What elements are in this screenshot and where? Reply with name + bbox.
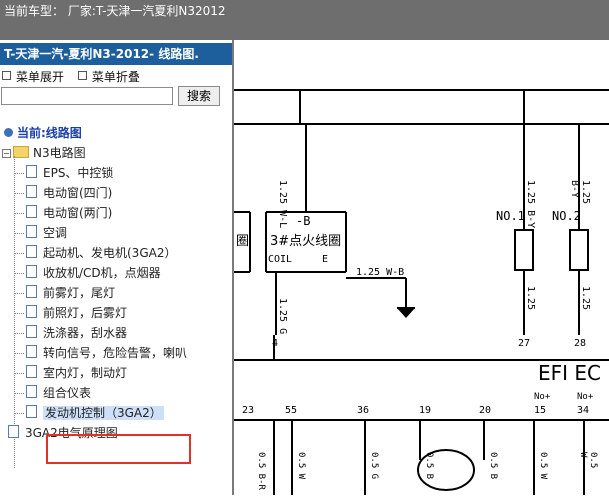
- document-icon: [26, 325, 37, 338]
- document-icon: [8, 425, 19, 438]
- collapse-icon[interactable]: −: [2, 149, 11, 158]
- tree-item-label: 发动机控制（3GA2）: [43, 406, 164, 420]
- tree-item[interactable]: 空调: [26, 224, 67, 242]
- tree-item-label: 起动机、发电机(3GA2）: [43, 246, 177, 260]
- document-icon: [26, 165, 37, 178]
- pin-number: 28: [574, 338, 587, 349]
- tree-item[interactable]: 起动机、发电机(3GA2）: [26, 244, 176, 262]
- wiring-diagram[interactable]: 圈 -B 3#点火线圈 COIL E 1.25 W-L 1.25 W-B 1.2…: [234, 40, 609, 495]
- ignition-coil-label: 3#点火线圈: [270, 234, 342, 249]
- pin-number: 20: [479, 405, 492, 416]
- coil-pin-label: COIL: [268, 254, 293, 265]
- pin-number: 55: [285, 405, 298, 416]
- square-icon: [2, 71, 11, 80]
- collapse-menu-button[interactable]: 菜单折叠: [77, 68, 140, 85]
- pin-number: 23: [242, 405, 255, 416]
- tree-folder-label: N3电路图: [33, 146, 86, 160]
- injector-label: NO.2: [552, 209, 581, 223]
- wire-label: 0.5 B: [488, 452, 498, 480]
- tree-item[interactable]: 前照灯，后雾灯: [26, 304, 127, 322]
- expand-menu-label: 菜单展开: [16, 70, 65, 84]
- pin-number: 4: [272, 338, 279, 349]
- document-icon: [26, 285, 37, 298]
- document-icon: [26, 405, 37, 418]
- tree-item[interactable]: 转向信号，危险告警，喇叭: [26, 344, 187, 362]
- tree-item[interactable]: 前雾灯，尾灯: [26, 284, 115, 302]
- injector-label: NO.1: [496, 209, 525, 223]
- wire-label: 0.5 B: [424, 452, 434, 480]
- expand-menu-button[interactable]: 菜单展开: [2, 68, 64, 85]
- title-bar: 当前车型： 厂家:T-天津一汽夏利N32012: [0, 0, 609, 40]
- tree-item[interactable]: 洗涤器，刮水器: [26, 324, 127, 342]
- wire-label: 0.5 B-R: [256, 452, 266, 490]
- pin-number: 34: [577, 405, 590, 416]
- tree-item-label: EPS、中控锁: [43, 166, 114, 180]
- wire-label: 1.25: [525, 286, 536, 311]
- document-icon: [26, 245, 37, 258]
- tree-item-label: 转向信号，危险告警，喇叭: [43, 346, 188, 360]
- tree-item[interactable]: 室内灯，制动灯: [26, 364, 127, 382]
- diagram-svg: [234, 89, 609, 495]
- wire-label: 1.25 W-B: [356, 267, 405, 278]
- pin-icon: [4, 128, 13, 137]
- folder-icon: [13, 146, 29, 158]
- wire-label: 0.5 W: [296, 452, 306, 480]
- pin-number: 15: [534, 405, 547, 416]
- tree-root[interactable]: 当前:线路图: [4, 124, 82, 142]
- highlight-box: [46, 434, 191, 464]
- wire-label: 0.5 G: [369, 452, 379, 480]
- tree-item[interactable]: 组合仪表: [26, 384, 91, 402]
- document-icon: [26, 265, 37, 278]
- tree-item-selected[interactable]: 发动机控制（3GA2）: [26, 404, 164, 422]
- pin-number: 36: [357, 405, 370, 416]
- document-icon: [26, 365, 37, 378]
- current-vehicle-label: 当前车型： 厂家:T-天津一汽夏利N32012: [4, 4, 226, 18]
- collapse-menu-label: 菜单折叠: [91, 70, 140, 84]
- tree-root-label: 当前:线路图: [17, 126, 82, 140]
- tree-item-label: 前雾灯，尾灯: [43, 286, 116, 300]
- tree-item[interactable]: EPS、中控锁: [26, 164, 113, 182]
- tree-item-label: 前照灯，后雾灯: [43, 306, 128, 320]
- wire-label: 0.5 W: [538, 452, 548, 480]
- tree-item[interactable]: 电动窗(两门): [26, 204, 112, 222]
- wire-label: 1.25 G: [277, 298, 288, 335]
- document-icon: [26, 305, 37, 318]
- wire-label: 1.25 B-Y: [525, 180, 536, 229]
- left-panel: T-天津一汽-夏利N3-2012- 线路图. 菜单展开 菜单折叠 搜索 当前:线…: [0, 40, 234, 495]
- square-icon: [77, 71, 87, 80]
- tree-item[interactable]: 电动窗(四门): [26, 184, 112, 202]
- tree-item-label: 电动窗(四门): [43, 186, 113, 200]
- e-pin-label: E: [322, 254, 329, 265]
- pin-sub-label: No+: [534, 392, 551, 402]
- document-icon: [26, 185, 37, 198]
- wire-label: 1.25 W-L: [277, 180, 288, 229]
- tree-item-label: 洗涤器，刮水器: [43, 326, 128, 340]
- pin-number: 19: [419, 405, 432, 416]
- wire-label: 1.25 B-Y: [569, 180, 591, 205]
- tree-item-label: 室内灯，制动灯: [43, 366, 128, 380]
- menu-row: 菜单展开 菜单折叠: [2, 68, 150, 85]
- search-input[interactable]: [1, 87, 173, 105]
- document-icon: [26, 345, 37, 358]
- pin-sub-label: No+: [577, 392, 594, 402]
- ignition-coil-top-label: -B: [296, 214, 311, 228]
- panel-title: T-天津一汽-夏利N3-2012- 线路图.: [0, 43, 232, 65]
- tree-item-label: 收放机/CD机，点烟器: [43, 266, 161, 280]
- left-component-label: 圈: [236, 234, 250, 249]
- wire-label: 1.25: [580, 286, 591, 311]
- document-icon: [26, 205, 37, 218]
- document-icon: [26, 225, 37, 238]
- search-button[interactable]: 搜索: [178, 86, 220, 106]
- wire-label: 0.5 W: [578, 452, 598, 469]
- document-icon: [26, 385, 37, 398]
- tree-item-label: 组合仪表: [43, 386, 92, 400]
- tree-item[interactable]: 收放机/CD机，点烟器: [26, 264, 161, 282]
- tree-item-label: 空调: [43, 226, 68, 240]
- pin-number: 27: [518, 338, 531, 349]
- tree-item-label: 电动窗(两门): [43, 206, 113, 220]
- efi-label: EFI EC: [538, 361, 601, 385]
